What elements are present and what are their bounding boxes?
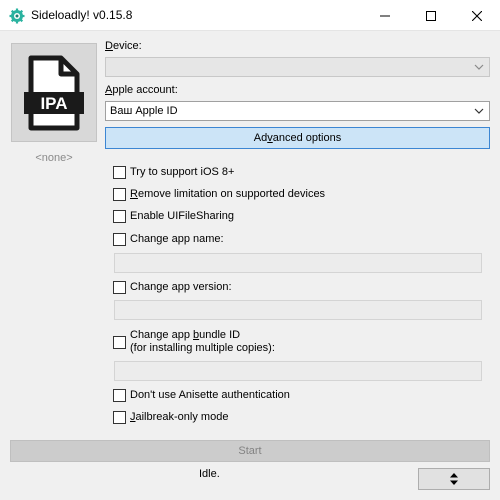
- title-bar[interactable]: Sideloadly! v0.15.8: [0, 0, 500, 31]
- maximize-button[interactable]: [408, 0, 454, 31]
- ipa-file-icon: IPA: [24, 55, 84, 130]
- bundle-id-input[interactable]: [114, 361, 482, 381]
- ipa-icon-label: IPA: [40, 94, 67, 113]
- gear-icon: [9, 8, 25, 24]
- change-app-name-checkbox[interactable]: [113, 232, 126, 246]
- log-toggle-button[interactable]: [418, 468, 490, 490]
- jailbreak-checkbox[interactable]: [113, 410, 126, 424]
- close-button[interactable]: [454, 0, 500, 31]
- apple-account-label: Apple account:: [105, 84, 178, 96]
- ipa-file-name: <none>: [35, 152, 73, 164]
- option-change-bundle-id[interactable]: Change app bundle ID (for installing mul…: [113, 328, 275, 356]
- ipa-drop-area[interactable]: IPA: [11, 43, 97, 142]
- close-icon: [472, 10, 482, 21]
- change-bundle-id-checkbox[interactable]: [113, 335, 126, 349]
- start-button[interactable]: Start: [10, 440, 490, 462]
- device-dropdown[interactable]: [105, 57, 490, 77]
- remove-limitation-checkbox[interactable]: [113, 187, 126, 201]
- sort-arrows-icon: [450, 473, 458, 485]
- app-version-input[interactable]: [114, 300, 482, 320]
- option-no-anisette[interactable]: Don't use Anisette authentication: [113, 387, 290, 403]
- apple-account-value: Ваш Apple ID: [110, 105, 178, 117]
- change-app-version-checkbox[interactable]: [113, 280, 126, 294]
- minimize-button[interactable]: [362, 0, 408, 31]
- option-jailbreak-only[interactable]: Jailbreak-only mode: [113, 409, 228, 425]
- chevron-down-icon: [474, 108, 484, 114]
- anisette-checkbox[interactable]: [113, 388, 126, 402]
- minimize-icon: [380, 15, 390, 16]
- status-text: Idle.: [199, 468, 220, 480]
- option-ios8-support[interactable]: Try to support iOS 8+: [113, 164, 234, 180]
- advanced-options-button[interactable]: Advanced options: [105, 127, 490, 149]
- chevron-down-icon: [474, 64, 484, 70]
- option-change-app-name[interactable]: Change app name:: [113, 231, 224, 247]
- device-label: Device:: [105, 40, 142, 52]
- window-title: Sideloadly! v0.15.8: [31, 8, 133, 22]
- maximize-icon: [426, 10, 436, 21]
- option-change-app-version[interactable]: Change app version:: [113, 279, 232, 295]
- app-name-input[interactable]: [114, 253, 482, 273]
- ios8-checkbox[interactable]: [113, 165, 126, 179]
- file-sharing-checkbox[interactable]: [113, 209, 126, 223]
- option-remove-limitation[interactable]: Remove limitation on supported devices: [113, 186, 325, 202]
- apple-account-dropdown[interactable]: Ваш Apple ID: [105, 101, 490, 121]
- option-file-sharing[interactable]: Enable UIFileSharing: [113, 208, 234, 224]
